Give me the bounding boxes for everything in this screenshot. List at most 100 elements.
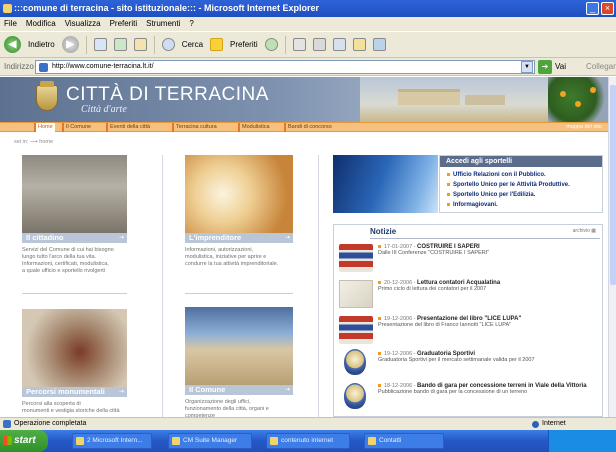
nav-eventi[interactable]: Eventi della città [106, 123, 152, 132]
news-item[interactable]: 17-01-2007 - COSTRUIRE I SAPERI Dalle II… [378, 244, 598, 256]
page-done-icon [3, 420, 11, 428]
cittadino-text-line: Servizi del Comune di cui hai bisogno [22, 247, 114, 253]
bullet-icon [378, 317, 381, 321]
sportello-link[interactable]: Informagiovani. [447, 202, 498, 208]
imprenditore-card-label[interactable]: L'imprenditore ➝ [185, 233, 293, 243]
menu-strumenti[interactable]: Strumenti [146, 17, 180, 31]
news-item[interactable]: 19-12-2006 - Graduatoria Sportivi Gradua… [378, 351, 598, 363]
sportello-link[interactable]: Sportello Unico per le Attività Produtti… [447, 182, 570, 188]
taskbar-button[interactable]: 2 Microsoft Intern... [72, 433, 152, 449]
edit-icon[interactable] [332, 38, 346, 51]
taskbar-button[interactable]: CM Suite Manager [168, 433, 252, 449]
cittadino-title: Il cittadino [26, 233, 64, 242]
nav-sitemap[interactable]: mappa del sito [566, 123, 602, 132]
menu-bar: File Modifica Visualizza Preferiti Strum… [0, 17, 616, 31]
banner-building [465, 95, 505, 105]
nav-il-comune[interactable]: Il Comune [62, 123, 93, 132]
address-input[interactable]: http://www.comune-terracina.lt.it/ [35, 60, 535, 74]
refresh-icon[interactable] [113, 38, 127, 51]
percorsi-card-label[interactable]: Percorsi monumentali ➝ [22, 387, 127, 397]
app-icon [172, 437, 180, 445]
forward-arrow-icon[interactable]: ▶ [61, 36, 79, 53]
close-button[interactable]: × [601, 2, 614, 15]
bullet-icon [447, 182, 450, 186]
vertical-scrollbar[interactable] [608, 77, 616, 417]
sportello-link-label: Sportello Unico per l'Edilizia. [453, 192, 536, 198]
banner-orange-tree [548, 77, 608, 122]
menu-file[interactable]: File [4, 17, 17, 31]
folder-icon[interactable] [352, 38, 366, 51]
favorites-star-icon[interactable] [210, 38, 224, 51]
status-text: Operazione completata [14, 420, 87, 427]
cittadino-card-label[interactable]: Il cittadino ➝ [22, 233, 127, 243]
links-label[interactable]: Collegamenti [586, 58, 616, 76]
column-divider [318, 155, 319, 417]
taskbar-button[interactable]: Contatti [364, 433, 444, 449]
search-button-label[interactable]: Cerca [182, 40, 203, 49]
mail-icon[interactable] [292, 38, 306, 51]
orange-fruit [590, 87, 596, 93]
orange-fruit [575, 101, 581, 107]
percorsi-mosaic-photo[interactable] [22, 309, 127, 387]
comune-building-photo[interactable] [185, 307, 293, 385]
imprenditore-title: L'imprenditore [189, 233, 242, 242]
start-label: start [14, 435, 36, 446]
crest-thumbnail [344, 349, 366, 375]
window-titlebar[interactable]: :::comune di terracina - sito istituzion… [0, 0, 616, 17]
news-title: Notizie [370, 227, 397, 236]
nav-cultura[interactable]: Terracina cultura [172, 123, 219, 132]
menu-help[interactable]: ? [189, 17, 193, 31]
sportello-link-label: Sportello Unico per le Attività Produtti… [453, 182, 570, 188]
go-button[interactable]: Vai [555, 58, 566, 76]
address-bar: Indirizzo http://www.comune-terracina.lt… [0, 58, 616, 76]
nav-bandi[interactable]: Bandi di concorso [284, 123, 334, 132]
imprenditore-text: Informazioni, autorizzazioni, modulistic… [185, 247, 305, 268]
favorites-button-label[interactable]: Preferiti [230, 40, 258, 49]
news-description: Graduatoria Sportivi per il mercato sett… [378, 357, 535, 363]
search-icon[interactable] [161, 38, 175, 51]
news-item[interactable]: 19-12-2006 - Presentazione del libro "LI… [378, 316, 598, 328]
messenger-icon[interactable] [372, 38, 386, 51]
ie-icon [3, 4, 12, 13]
card-divider [22, 293, 127, 294]
breadcrumb: sei in: ⟶ home [14, 139, 54, 145]
minimize-button[interactable]: _ [586, 2, 599, 15]
cittadino-photo[interactable] [22, 155, 127, 233]
sportello-link[interactable]: Ufficio Relazioni con il Pubblico. [447, 172, 546, 178]
stop-icon[interactable] [93, 38, 107, 51]
internet-globe-icon [532, 421, 539, 428]
imprenditore-text-line: modulistica, iniziative per aprire e [185, 254, 267, 260]
city-crest-logo[interactable] [36, 81, 58, 111]
news-item[interactable]: 18-12-2006 - Bando di gara per concessio… [378, 383, 598, 395]
menu-preferiti[interactable]: Preferiti [110, 17, 138, 31]
browser-toolbar: ◀ Indietro ▶ Cerca Preferiti [0, 31, 616, 58]
news-item[interactable]: 20-12-2006 - Lettura contatori Acqualati… [378, 280, 598, 292]
go-arrow-icon[interactable]: ➔ [538, 60, 552, 74]
back-arrow-icon[interactable]: ◀ [4, 36, 21, 53]
crest-thumbnail [344, 383, 366, 409]
site-title: CITTÀ DI TERRACINA [66, 84, 269, 105]
start-button[interactable]: start [0, 430, 48, 452]
books-thumbnail [339, 244, 373, 272]
print-icon[interactable] [312, 38, 326, 51]
system-tray[interactable] [548, 430, 616, 452]
percorsi-text: Percorsi alla scoperta di monumenti e ve… [22, 401, 142, 415]
scrollbar-thumb[interactable] [610, 85, 616, 285]
sportello-link[interactable]: Sportello Unico per l'Edilizia. [447, 192, 535, 198]
menu-visualizza[interactable]: Visualizza [65, 17, 101, 31]
window-title: :::comune di terracina - sito istituzion… [14, 3, 320, 13]
address-dropdown-icon[interactable]: ▼ [521, 61, 533, 73]
history-icon[interactable] [264, 38, 278, 51]
back-button-label[interactable]: Indietro [28, 40, 55, 49]
taskbar-button[interactable]: contenuto internet [266, 433, 350, 449]
comune-card-label[interactable]: Il Comune ➝ [185, 385, 293, 395]
menu-modifica[interactable]: Modifica [26, 17, 56, 31]
nav-modulistica[interactable]: Modulistica [238, 123, 272, 132]
home-icon[interactable] [133, 38, 147, 51]
nav-home[interactable]: Home [34, 123, 55, 132]
imprenditore-photo[interactable] [185, 155, 293, 233]
sportello-link-label: Informagiovani. [453, 202, 498, 208]
news-archive-link[interactable]: archivio ▦ [573, 228, 596, 234]
toolbar-separator [284, 35, 286, 54]
cittadino-text-line: lungo tutto l'arco della tua vita. [22, 254, 97, 260]
